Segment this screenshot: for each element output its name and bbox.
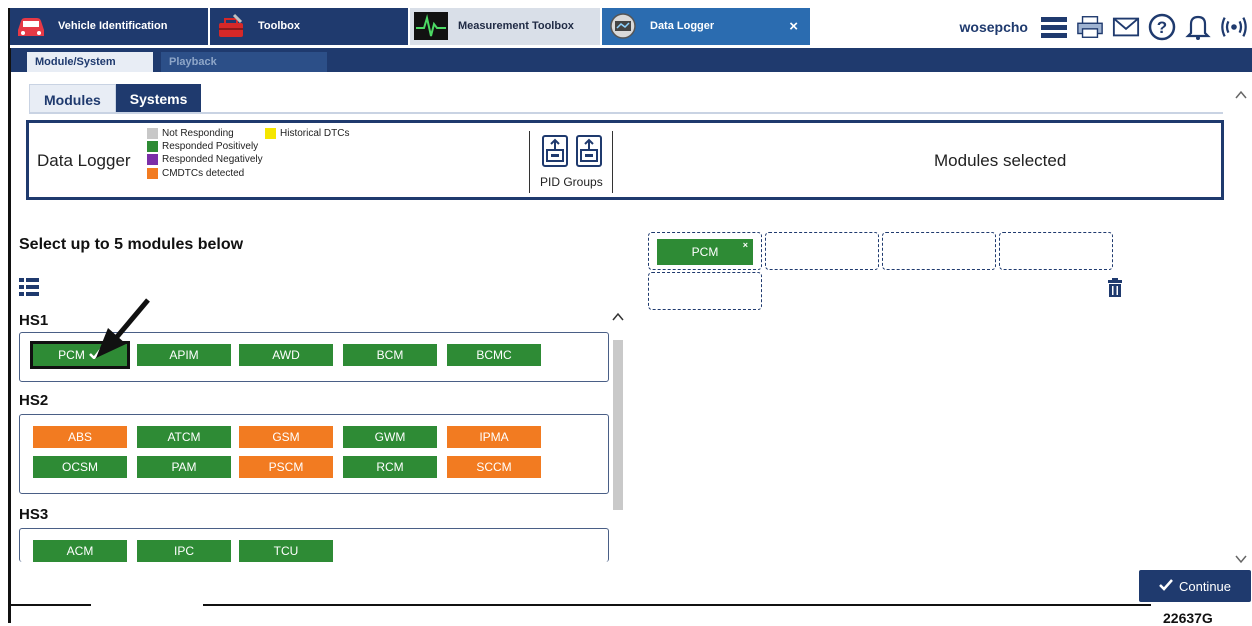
- app-tab-bar: Vehicle Identification Toolbox Measureme…: [10, 8, 1252, 48]
- group-hs2-box: ABS ATCM GSM GWM IPMA OCSM PAM PSCM RCM …: [19, 414, 609, 494]
- data-logger-screen: Vehicle Identification Toolbox Measureme…: [0, 0, 1252, 626]
- legend-historical-dtcs: Historical DTCs: [265, 128, 349, 139]
- page-scroll-down-icon[interactable]: [1233, 552, 1249, 566]
- legend-responded-negatively: Responded Negatively: [147, 154, 263, 165]
- module-tcu-button[interactable]: TCU: [238, 539, 334, 563]
- tab-systems[interactable]: Systems: [115, 84, 202, 112]
- legend-label: Responded Positively: [162, 141, 259, 152]
- legend-cmdtcs-detected: CMDTCs detected: [147, 168, 244, 179]
- pid-groups-label: PID Groups: [540, 175, 603, 189]
- module-ocsm-button[interactable]: OCSM: [32, 455, 128, 479]
- printer-icon[interactable]: [1076, 13, 1104, 41]
- module-pam-button[interactable]: PAM: [136, 455, 232, 479]
- legend-swatch: [147, 168, 158, 179]
- selection-slot-3[interactable]: [882, 232, 996, 270]
- pid-export-button[interactable]: [576, 135, 602, 167]
- sub-tab-bar: Module/System Playback: [11, 48, 1252, 72]
- pid-groups: PID Groups: [529, 131, 613, 193]
- legend-swatch: [147, 154, 158, 165]
- selection-slot-4[interactable]: [999, 232, 1113, 270]
- modules-selected-label: Modules selected: [934, 151, 1067, 170]
- group-hs2-label: HS2: [19, 392, 49, 409]
- module-sccm-button[interactable]: SCCM: [446, 455, 542, 479]
- data-logger-icon: [606, 12, 640, 40]
- help-icon[interactable]: ?: [1148, 13, 1176, 41]
- module-ipc-button[interactable]: IPC: [136, 539, 232, 563]
- module-list-scrollbar[interactable]: [611, 310, 625, 560]
- selection-slot-5[interactable]: [648, 272, 762, 310]
- module-pscm-button[interactable]: PSCM: [238, 455, 334, 479]
- data-logger-title: Data Logger: [37, 151, 131, 170]
- tab-label: Data Logger: [650, 20, 715, 32]
- car-icon: [14, 12, 48, 40]
- legend-swatch: [147, 128, 158, 139]
- module-ipma-button[interactable]: IPMA: [446, 425, 542, 449]
- module-tabs: Modules Systems: [29, 84, 202, 112]
- legend-swatch: [265, 128, 276, 139]
- group-hs1-label: HS1: [19, 312, 49, 329]
- continue-button[interactable]: Continue: [1139, 570, 1251, 602]
- subtab-playback[interactable]: Playback: [161, 52, 327, 72]
- tab-label: Vehicle Identification: [58, 20, 168, 32]
- continue-label: Continue: [1178, 578, 1232, 594]
- tab-label: Measurement Toolbox: [458, 20, 574, 32]
- module-gwm-button[interactable]: GWM: [342, 425, 438, 449]
- trash-icon[interactable]: [1106, 278, 1124, 298]
- selected-module-label: PCM: [691, 245, 719, 259]
- page-scrollbar[interactable]: [1233, 88, 1249, 568]
- tab-measurement-toolbox[interactable]: Measurement Toolbox: [410, 8, 600, 45]
- module-bcmc-button[interactable]: BCMC: [446, 343, 542, 367]
- toolbox-icon: [214, 12, 248, 40]
- main-content: Modules Systems Data Logger Not Respondi…: [11, 72, 1252, 626]
- selected-module-pcm[interactable]: PCM ×: [657, 239, 753, 265]
- module-acm-button[interactable]: ACM: [32, 539, 128, 563]
- bell-icon[interactable]: [1184, 13, 1212, 41]
- legend-swatch: [147, 141, 158, 152]
- tab-vehicle-identification[interactable]: Vehicle Identification: [10, 8, 208, 45]
- scroll-up-icon[interactable]: [611, 311, 625, 323]
- svg-text:?: ?: [1157, 18, 1167, 37]
- group-hs3-box: ACM IPC TCU: [19, 528, 609, 563]
- menu-icon[interactable]: [1040, 13, 1068, 41]
- user-toolbar: wosepcho ?: [960, 8, 1248, 45]
- list-view-icon[interactable]: [19, 277, 39, 297]
- group-hs3-label: HS3: [19, 506, 49, 523]
- pointer-arrow-icon: [96, 298, 150, 358]
- tab-toolbox[interactable]: Toolbox: [210, 8, 408, 45]
- legend-label: CMDTCs detected: [162, 168, 245, 179]
- check-icon: [1159, 578, 1173, 594]
- legend-responded-positively: Responded Positively: [147, 141, 258, 152]
- broadcast-icon[interactable]: [1220, 13, 1248, 41]
- module-rcm-button[interactable]: RCM: [342, 455, 438, 479]
- page-scroll-up-icon[interactable]: [1233, 88, 1249, 102]
- divider-gap: [91, 603, 203, 607]
- pid-import-button[interactable]: [542, 135, 568, 167]
- legend-label: Responded Negatively: [162, 154, 263, 165]
- tab-data-logger[interactable]: Data Logger ×: [602, 8, 810, 45]
- module-abs-button[interactable]: ABS: [32, 425, 128, 449]
- username: wosepcho: [959, 18, 1028, 35]
- tab-modules[interactable]: Modules: [29, 84, 116, 112]
- mail-icon[interactable]: [1112, 13, 1140, 41]
- module-awd-button[interactable]: AWD: [238, 343, 334, 367]
- data-logger-info-box: Data Logger Not Responding Responded Pos…: [26, 120, 1224, 200]
- module-atcm-button[interactable]: ATCM: [136, 425, 232, 449]
- scroll-thumb[interactable]: [613, 340, 623, 510]
- legend-not-responding: Not Responding: [147, 128, 234, 139]
- module-label: PCM: [58, 348, 85, 362]
- module-gsm-button[interactable]: GSM: [238, 425, 334, 449]
- module-bcm-button[interactable]: BCM: [342, 343, 438, 367]
- remove-module-button[interactable]: ×: [743, 240, 748, 250]
- select-modules-heading: Select up to 5 modules below: [19, 236, 244, 253]
- legend-label: Not Responding: [162, 128, 234, 139]
- tab-divider: [29, 112, 1223, 114]
- legend-label: Historical DTCs: [280, 128, 350, 139]
- tab-label: Toolbox: [258, 20, 300, 32]
- selection-slot-2[interactable]: [765, 232, 879, 270]
- waveform-icon: [414, 12, 448, 40]
- close-tab-button[interactable]: ×: [789, 18, 798, 35]
- subtab-module-system[interactable]: Module/System: [27, 52, 153, 72]
- selection-slot-1[interactable]: PCM ×: [648, 232, 762, 270]
- figure-id: 22637G: [1163, 610, 1213, 626]
